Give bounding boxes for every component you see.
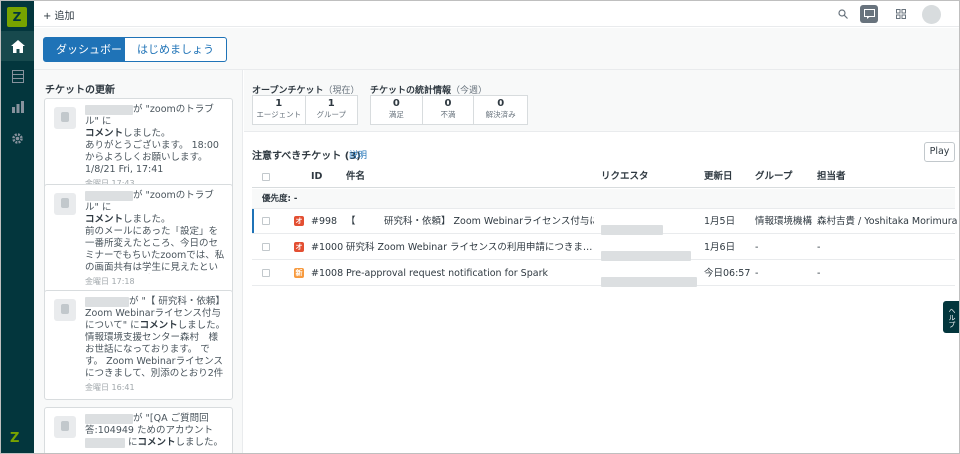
update-card[interactable]: が "zoomのトラブル" にコメントしました。 ありがとうございます。 18:…: [44, 98, 233, 196]
reporting-icon[interactable]: [1, 92, 34, 122]
dashboard-main: オープンチケット（現在） 1 エージェント 1 グループ チケットの統計情報（今週）…: [244, 70, 959, 453]
stat-number: 1: [275, 98, 283, 109]
status-badge: オ: [294, 242, 304, 252]
dashboard-tabs-bar: ダッシュボード はじめましょう: [34, 28, 959, 70]
play-button[interactable]: Play: [924, 142, 955, 162]
tab-getting-started[interactable]: はじめましょう: [124, 37, 227, 62]
ticket-assignee: -: [817, 268, 821, 279]
stat-label: エージェント: [256, 110, 302, 119]
ticket-updates-panel: チケットの更新 が "zoomのトラブル" にコメントしました。 ありがとうござ…: [34, 70, 243, 453]
update-card[interactable]: が "zoomのトラブル" にコメントしました。 前のメールにあった「設定」を一…: [44, 184, 233, 294]
update-text-end: しました。: [177, 320, 226, 331]
row-checkbox[interactable]: [262, 243, 270, 251]
update-card[interactable]: が "【 研究科・依頼】Zoom Webinarライセンス付与について" にコメ…: [44, 290, 233, 400]
ticket-id: #1000: [311, 242, 344, 253]
app-window: Z Z + 追加 ダッシュボード はじめましょう チケットの更新 が "zoom…: [0, 0, 960, 454]
gear-icon[interactable]: [1, 123, 34, 153]
ticket-id: #1008: [311, 268, 344, 279]
stat-number: 1: [327, 98, 335, 109]
column-assignee[interactable]: 担当者: [817, 166, 846, 188]
tickets-section-title: 注意すべきチケット (3): [252, 151, 361, 162]
column-requester[interactable]: リクエスタ: [601, 166, 649, 188]
stat-label: 満足: [388, 110, 404, 119]
ticket-id: #998: [311, 216, 338, 227]
status-badge: 新: [294, 268, 304, 278]
ticket-group: 情報環境機構: [755, 216, 813, 227]
update-text-end: しました。: [175, 437, 224, 448]
update-text-end: しました。: [123, 128, 171, 139]
update-action: コメント: [85, 128, 124, 139]
zendesk-logo[interactable]: Z: [7, 7, 27, 27]
home-icon[interactable]: [1, 31, 34, 61]
update-body: ありがとうございます。 18:00からよろしくお願いします。: [85, 140, 219, 163]
stat-number: 0: [392, 98, 400, 109]
user-avatar-icon: [54, 107, 76, 129]
select-all-checkbox[interactable]: [262, 173, 270, 181]
ticket-updated: 1月6日: [704, 242, 736, 253]
sidebar-nav: Z Z: [1, 1, 34, 453]
stat-number: 0: [444, 98, 452, 109]
top-bar: + 追加: [34, 1, 959, 27]
column-subject[interactable]: 件名: [346, 166, 365, 188]
update-timestamp: 金曜日 17:18: [85, 277, 135, 286]
update-action: コメント: [137, 437, 176, 448]
ticket-updated: 1月5日: [704, 216, 736, 227]
table-row[interactable]: オ #1000 研究科 Zoom Webinar ライセンスの利用申請につきま……: [252, 235, 955, 261]
stat-agent[interactable]: 1 エージェント: [253, 96, 306, 124]
tickets-table-header: ID 件名 リクエスタ 更新日 グループ 担当者: [252, 166, 955, 188]
column-group[interactable]: グループ: [755, 166, 792, 188]
stats-area: オープンチケット（現在） 1 エージェント 1 グループ チケットの統計情報（今週）…: [244, 70, 959, 132]
apps-grid-icon[interactable]: [892, 5, 910, 23]
add-button[interactable]: + 追加: [43, 7, 75, 22]
user-avatar[interactable]: [922, 5, 941, 24]
updates-title: チケットの更新: [45, 85, 115, 96]
update-action: コメント: [139, 320, 178, 331]
update-card[interactable]: が "[QA ご質問回答:104949 ためのアカウント にコメントしました。: [44, 407, 233, 453]
stat-solved[interactable]: 0 解決済み: [474, 96, 527, 124]
priority-group-label: 優先度: -: [252, 189, 955, 209]
table-row[interactable]: オ #998 【 研究科・依頼】 Zoom Webinarライセンス付与につ… …: [252, 209, 958, 235]
stat-label: 不満: [440, 110, 456, 119]
user-avatar-icon: [54, 416, 76, 438]
ticket-assignee: -: [817, 242, 821, 253]
ticket-updated: 今日06:57: [704, 268, 751, 279]
ticket-group: -: [755, 268, 759, 279]
column-updated[interactable]: 更新日: [704, 166, 733, 188]
update-text-end: しました。: [123, 214, 171, 225]
update-timestamp: 金曜日 16:41: [85, 383, 135, 392]
update-body: 前のメールにあった「設定」を一番所変えたところ、今日のセミナーでもちいたzoom…: [85, 226, 225, 273]
ticket-assignee: 森村吉貴 / Yoshitaka Morimura: [817, 216, 958, 227]
stat-number: 0: [497, 98, 505, 109]
table-row[interactable]: 新 #1008 Pre-approval request notificatio…: [252, 261, 955, 287]
help-button[interactable]: ヘルプ: [943, 301, 959, 333]
conversations-icon[interactable]: [860, 5, 878, 23]
row-checkbox[interactable]: [262, 269, 270, 277]
user-avatar-icon: [54, 299, 76, 321]
column-id[interactable]: ID: [311, 166, 322, 188]
stat-group[interactable]: 1 グループ: [306, 96, 358, 124]
row-checkbox[interactable]: [262, 217, 270, 225]
ticket-subject[interactable]: Pre-approval request notification for Sp…: [346, 261, 594, 286]
requester-redacted: [601, 269, 697, 294]
status-badge: オ: [294, 216, 304, 226]
zendesk-mark-icon[interactable]: Z: [10, 431, 19, 446]
stat-label: グループ: [316, 110, 347, 119]
stat-label: 解決済み: [485, 110, 516, 119]
update-action: コメント: [85, 214, 124, 225]
explain-link[interactable]: 説明: [349, 148, 367, 161]
update-body: 情報環境支援センター森村 様お世話になっております。 です。 Zoom Webi…: [85, 332, 224, 379]
update-date-line: 1/8/21 Fri, 17:41: [85, 164, 164, 175]
search-icon[interactable]: [834, 5, 852, 23]
ticket-subject[interactable]: 【 研究科・依頼】 Zoom Webinarライセンス付与につ…: [346, 209, 594, 234]
views-icon[interactable]: [1, 61, 34, 91]
open-tickets-box: 1 エージェント 1 グループ: [252, 95, 358, 125]
stat-bad[interactable]: 0 不満: [423, 96, 475, 124]
stat-good[interactable]: 0 満足: [371, 96, 423, 124]
user-avatar-icon: [54, 193, 76, 215]
ticket-stats-box: 0 満足 0 不満 0 解決済み: [370, 95, 528, 125]
ticket-group: -: [755, 242, 759, 253]
ticket-subject[interactable]: 研究科 Zoom Webinar ライセンスの利用申請につきま…: [346, 235, 594, 260]
